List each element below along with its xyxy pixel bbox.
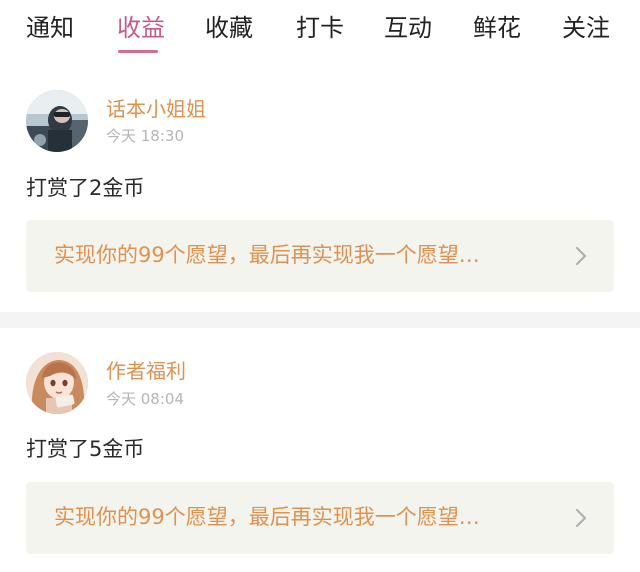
reward-text: 打赏了5金币 [26,437,145,461]
tab-notifications[interactable]: 通知 [26,12,74,44]
feed-item: 作者福利 今天 08:04 打赏了5金币 实现你的99个愿望，最后再实现我一个愿… [0,328,640,572]
anime-girl-avatar-icon[interactable] [26,352,88,414]
timestamp: 今天 08:04 [106,390,184,408]
timestamp: 今天 18:30 [106,127,184,145]
chevron-right-icon [574,506,588,530]
section-divider [0,312,640,328]
notifications-page: 通知 收益 收藏 打卡 互动 鲜花 关注 话本小姐姐 今天 18:30 打赏了2… [0,0,640,572]
tab-following[interactable]: 关注 [562,12,610,44]
tab-favorites[interactable]: 收藏 [205,12,253,44]
tab-interactions[interactable]: 互动 [384,12,432,44]
username-link[interactable]: 作者福利 [106,358,186,384]
tab-bar: 通知 收益 收藏 打卡 互动 鲜花 关注 [0,0,640,62]
active-tab-indicator [118,50,158,53]
user-photo-avatar-icon[interactable] [26,90,88,152]
chevron-right-icon [574,244,588,268]
tab-earnings[interactable]: 收益 [117,12,165,44]
username-link[interactable]: 话本小姐姐 [106,96,206,122]
quote-text: 实现你的99个愿望，最后再实现我一个愿望… [54,505,480,529]
quote-text: 实现你的99个愿望，最后再实现我一个愿望… [54,243,480,267]
reward-text: 打赏了2金币 [26,176,145,200]
feed-item: 话本小姐姐 今天 18:30 打赏了2金币 实现你的99个愿望，最后再实现我一个… [0,62,640,312]
tab-flowers[interactable]: 鲜花 [473,12,521,44]
quote-card[interactable]: 实现你的99个愿望，最后再实现我一个愿望… [26,482,614,554]
quote-card[interactable]: 实现你的99个愿望，最后再实现我一个愿望… [26,220,614,292]
tab-check-in[interactable]: 打卡 [296,12,344,44]
